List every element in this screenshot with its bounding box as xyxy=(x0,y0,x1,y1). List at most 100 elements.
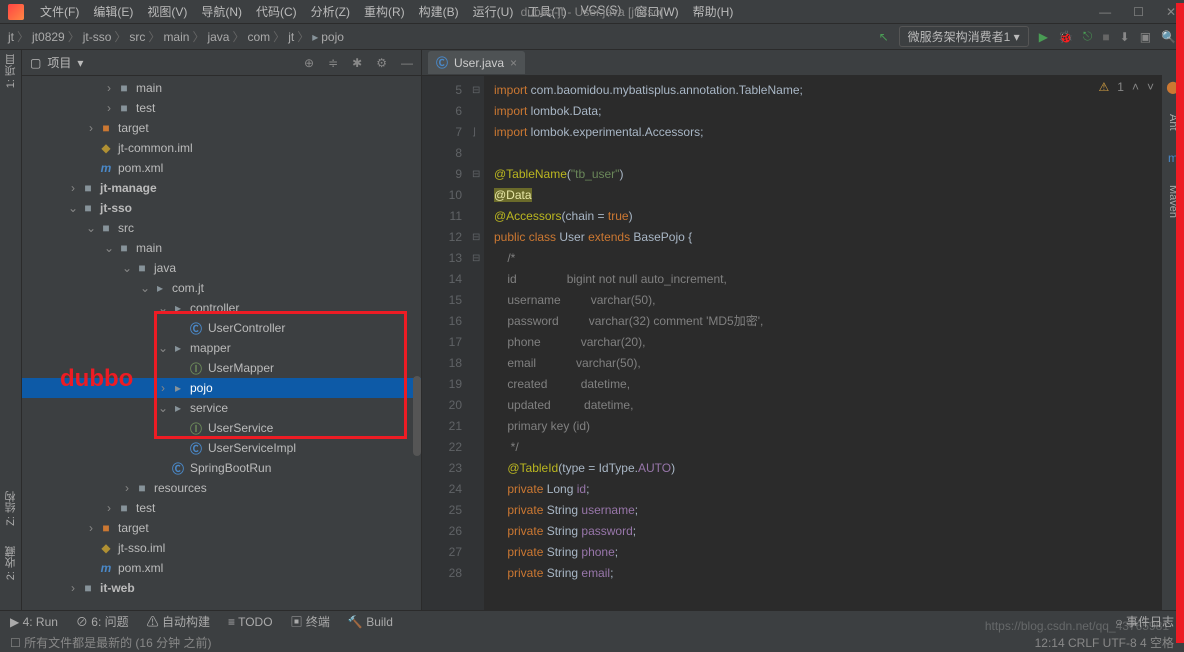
tab-user-java[interactable]: Ⓒ User.java × xyxy=(428,51,525,74)
project-tree[interactable]: ›■main›■test›■target◆jt-common.imlmpom.x… xyxy=(22,76,421,610)
breadcrumb-item[interactable]: jt xyxy=(288,30,294,44)
update-icon[interactable]: ⬇ xyxy=(1120,30,1130,44)
breadcrumb-item[interactable]: pojo xyxy=(321,30,344,44)
run-icon[interactable]: ▶ xyxy=(1039,30,1048,44)
chevron-up-icon[interactable]: ˄ xyxy=(1132,80,1139,94)
breadcrumb-item[interactable]: java xyxy=(207,30,229,44)
maximize-icon[interactable]: ☐ xyxy=(1133,5,1144,19)
settings-icon[interactable]: ⚙ xyxy=(376,56,387,70)
menu-item[interactable]: 分析(Z) xyxy=(305,1,356,22)
expand-icon[interactable]: ⌄ xyxy=(138,281,152,295)
scrollbar[interactable] xyxy=(413,376,421,456)
tree-row[interactable]: ›■main xyxy=(22,78,421,98)
menu-item[interactable]: 编辑(E) xyxy=(87,1,139,22)
project-tool-tab[interactable]: 1: 项目 xyxy=(3,54,19,88)
expand-icon[interactable]: › xyxy=(102,101,116,115)
coverage-icon[interactable]: ⎋ xyxy=(1083,29,1093,44)
target-icon[interactable]: ⊕ xyxy=(304,56,314,70)
window-controls[interactable]: — ☐ ✕ xyxy=(1099,5,1176,19)
tree-row[interactable]: ⌄▸mapper xyxy=(22,338,421,358)
build-tab[interactable]: 🔨 Build xyxy=(348,615,393,629)
stop-icon[interactable]: ■ xyxy=(1102,30,1109,44)
gear-icon[interactable]: ✱ xyxy=(352,56,362,70)
menu-item[interactable]: 代码(C) xyxy=(250,1,303,22)
menu-item[interactable]: 构建(B) xyxy=(413,1,465,22)
tree-row[interactable]: ⌄■src xyxy=(22,218,421,238)
favorites-tool-tab[interactable]: 2: 收藏 xyxy=(3,546,19,580)
breadcrumb-item[interactable]: main xyxy=(163,30,189,44)
minimize-icon[interactable]: — xyxy=(1099,5,1111,19)
tree-row[interactable]: ›■target xyxy=(22,118,421,138)
debug-icon[interactable]: 🐞 xyxy=(1058,30,1073,44)
source-text[interactable]: import com.baomidou.mybatisplus.annotati… xyxy=(484,76,1162,610)
expand-icon[interactable]: › xyxy=(102,81,116,95)
problems-tab[interactable]: ⊘ 6: 问题 xyxy=(76,613,129,630)
menu-item[interactable]: 视图(V) xyxy=(141,1,193,22)
tree-row[interactable]: ›■test xyxy=(22,498,421,518)
tree-row[interactable]: ›■resources xyxy=(22,478,421,498)
collapse-icon[interactable]: ≑ xyxy=(328,56,338,70)
tree-row[interactable]: ⌄▸service xyxy=(22,398,421,418)
breadcrumb[interactable]: jt〉jt0829〉jt-sso〉src〉main〉java〉com〉jt〉▸p… xyxy=(8,28,344,45)
tree-row[interactable]: mpom.xml xyxy=(22,158,421,178)
tree-row[interactable]: ⌄■main xyxy=(22,238,421,258)
expand-icon[interactable]: › xyxy=(84,121,98,135)
expand-icon[interactable]: ⌄ xyxy=(156,341,170,355)
expand-icon[interactable]: ⌄ xyxy=(120,261,134,275)
expand-icon[interactable]: › xyxy=(120,481,134,495)
expand-icon[interactable]: › xyxy=(156,381,170,395)
breadcrumb-item[interactable]: jt xyxy=(8,30,14,44)
inspection-widget[interactable]: ⚠ 1 ˄ ˅ xyxy=(1099,80,1154,94)
dropdown-icon[interactable]: ▾ xyxy=(77,56,83,70)
back-icon[interactable]: ↖ xyxy=(879,30,889,44)
terminal-tab[interactable]: ▣ 终端 xyxy=(291,613,330,630)
menu-item[interactable]: 重构(R) xyxy=(358,1,411,22)
breadcrumb-item[interactable]: com xyxy=(248,30,271,44)
tree-row[interactable]: ›■it-web xyxy=(22,578,421,598)
close-icon[interactable]: ✕ xyxy=(1166,5,1176,19)
search-icon[interactable]: 🔍 xyxy=(1161,30,1176,44)
breadcrumb-item[interactable]: src xyxy=(129,30,145,44)
menu-item[interactable]: 文件(F) xyxy=(34,1,85,22)
expand-icon[interactable]: ⌄ xyxy=(66,201,80,215)
structure-icon[interactable]: ▣ xyxy=(1140,30,1151,44)
menu-item[interactable]: 帮助(H) xyxy=(687,1,740,22)
expand-icon[interactable]: ⌄ xyxy=(84,221,98,235)
todo-tab[interactable]: ≡ TODO xyxy=(228,615,273,629)
tree-row[interactable]: ›■jt-manage xyxy=(22,178,421,198)
menu-item[interactable]: 导航(N) xyxy=(195,1,248,22)
breadcrumb-item[interactable]: jt-sso xyxy=(83,30,112,44)
auto-build-tab[interactable]: ⚠ 自动构建 xyxy=(147,613,210,630)
hide-icon[interactable]: — xyxy=(401,56,413,70)
expand-icon[interactable]: › xyxy=(66,581,80,595)
run-config-select[interactable]: 微服务架构消费者1 ▾ xyxy=(899,26,1029,47)
tree-row[interactable]: ›■target xyxy=(22,518,421,538)
expand-icon[interactable]: › xyxy=(84,521,98,535)
expand-icon[interactable]: › xyxy=(102,501,116,515)
left-tool-strip[interactable]: 1: 项目 Z: 结构 2: 收藏 xyxy=(0,50,22,610)
expand-icon[interactable]: ⌄ xyxy=(156,401,170,415)
tab-close-icon[interactable]: × xyxy=(510,56,517,70)
tree-row[interactable]: ›■test xyxy=(22,98,421,118)
tree-row[interactable]: ⌄■java xyxy=(22,258,421,278)
expand-icon[interactable]: ⌄ xyxy=(156,301,170,315)
code-editor[interactable]: 5678910111213141516171819202122232425262… xyxy=(422,76,1162,610)
editor-tabs[interactable]: Ⓒ User.java × xyxy=(422,50,1162,76)
run-tab[interactable]: ▶ 4: Run xyxy=(10,615,58,629)
tree-row[interactable]: ◆jt-common.iml xyxy=(22,138,421,158)
tree-row[interactable]: ⒸUserController xyxy=(22,318,421,338)
tree-row[interactable]: ⒸSpringBootRun xyxy=(22,458,421,478)
tree-row[interactable]: ◆jt-sso.iml xyxy=(22,538,421,558)
tree-row[interactable]: ⌄▸com.jt xyxy=(22,278,421,298)
structure-tool-tab[interactable]: Z: 结构 xyxy=(3,491,19,526)
fold-gutter[interactable]: ⊟ ⌋ ⊟ ⊟⊟ xyxy=(472,76,484,610)
expand-icon[interactable]: › xyxy=(66,181,80,195)
tree-row[interactable]: ⒾUserService xyxy=(22,418,421,438)
tree-row[interactable]: ⌄■jt-sso xyxy=(22,198,421,218)
tree-row[interactable]: ⒸUserServiceImpl xyxy=(22,438,421,458)
tree-row[interactable]: ⒾUserMapper xyxy=(22,358,421,378)
breadcrumb-item[interactable]: jt0829 xyxy=(32,30,65,44)
menu-item[interactable]: 运行(U) xyxy=(467,1,520,22)
tree-row[interactable]: mpom.xml xyxy=(22,558,421,578)
tree-row[interactable]: ›▸pojo xyxy=(22,378,421,398)
